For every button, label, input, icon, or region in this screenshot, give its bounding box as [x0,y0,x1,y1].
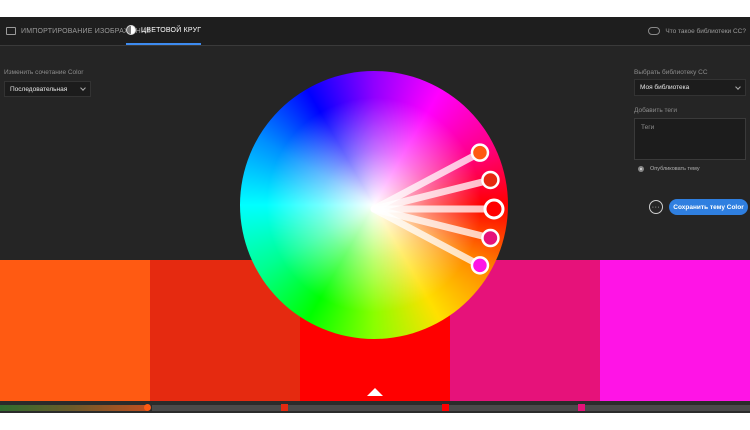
tags-placeholder: Теги [641,124,655,131]
slider-marker-2 [281,404,288,411]
slider-fill[interactable] [0,405,148,411]
more-options-button[interactable]: ··· [649,200,663,214]
wheel-handle-4[interactable] [481,228,500,248]
color-rule-label: Изменить сочетание Color [4,69,84,76]
tab-color-wheel-label: ЦВЕТОВОЙ КРУГ [141,26,202,34]
publish-theme-label: Опубликовать тему [650,166,700,172]
wheel-handles-overlay [370,143,505,275]
wheel-ray-4 [370,205,494,242]
color-wheel-container [240,67,512,339]
tags-input[interactable]: Теги [634,118,746,160]
chevron-down-icon [80,85,86,91]
color-wheel-icon [126,25,136,35]
color-swatch-1[interactable] [0,260,150,401]
cloud-icon [648,27,661,35]
slider-track[interactable] [152,405,750,411]
color-swatch-5[interactable] [600,260,750,401]
wheel-handle-1[interactable] [470,143,490,162]
chevron-down-icon [735,83,741,90]
color-rule-value: Последовательная [10,85,68,93]
library-dropdown[interactable]: Моя библиотека [634,79,746,96]
library-value: Моя библиотека [640,84,690,91]
wheel-ray-5 [370,205,484,269]
save-color-theme-button[interactable]: Сохранить тему Color [669,199,748,215]
wheel-ray-2 [370,176,494,213]
selected-swatch-pointer [367,388,383,396]
library-label: Выбрать библиотеку CC [634,69,708,76]
cc-libraries-help-link[interactable]: Что такое библиотеки CC? [648,17,746,45]
top-navigation-bar: ИМПОРТИРОВАНИЕ ИЗОБРАЖЕНИЕ ЦВЕТОВОЙ КРУГ… [0,17,750,46]
slider-marker-4 [578,404,585,411]
tab-color-wheel[interactable]: ЦВЕТОВОЙ КРУГ [126,17,202,45]
help-link-label: Что такое библиотеки CC? [665,27,746,35]
color-wheel-app: ИМПОРТИРОВАНИЕ ИЗОБРАЖЕНИЕ ЦВЕТОВОЙ КРУГ… [0,17,750,413]
slider-handle[interactable] [144,404,151,411]
image-icon [6,27,16,35]
wheel-handle-2[interactable] [481,170,500,190]
wheel-ray-1 [370,149,484,213]
tags-label: Добавить теги [634,107,678,114]
publish-theme-toggle[interactable]: Опубликовать тему [638,166,700,172]
radio-icon [638,166,644,172]
slider-marker-3 [442,404,449,411]
color-rule-dropdown[interactable]: Последовательная [4,81,91,97]
wheel-handle-3[interactable] [483,198,505,220]
wheel-handle-5[interactable] [470,256,490,275]
